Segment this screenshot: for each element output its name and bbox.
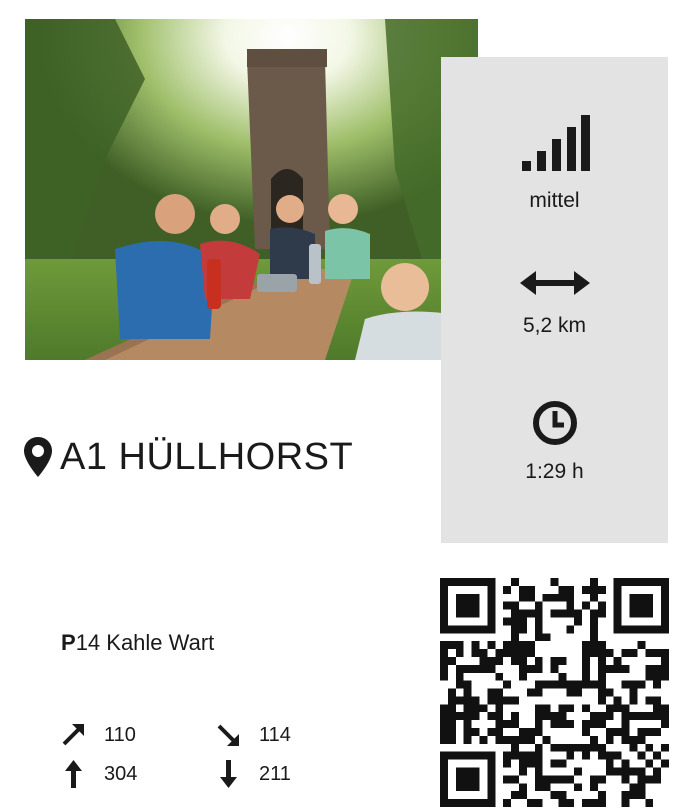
double-arrow-icon xyxy=(519,271,590,295)
clock-icon xyxy=(532,401,577,445)
descent-diagonal-value: 114 xyxy=(259,723,291,746)
tour-stats-panel: mittel 5,2 km 1:29 h xyxy=(441,57,668,543)
distance-stat: 5,2 km xyxy=(441,270,668,338)
signal-bars-icon xyxy=(521,115,590,171)
parking-prefix: P xyxy=(61,630,76,655)
difficulty-stat: mittel xyxy=(441,115,668,213)
arrow-down-icon xyxy=(220,760,237,788)
qr-code[interactable] xyxy=(440,578,669,807)
duration-label: 1:29 h xyxy=(525,460,584,483)
hero-photo xyxy=(25,19,478,360)
parking-info: P14 Kahle Wart xyxy=(61,630,214,656)
ascent-diagonal-value: 110 xyxy=(104,723,136,746)
distance-label: 5,2 km xyxy=(522,314,587,337)
ascent-metric: 304 xyxy=(60,760,137,788)
difficulty-label: mittel xyxy=(529,189,580,212)
arrow-up-right-icon xyxy=(62,724,84,746)
elevation-metrics: 110 114 304 211 xyxy=(60,722,320,802)
arrow-up-icon xyxy=(65,760,82,788)
arrow-down-right-icon xyxy=(217,724,239,746)
qr-code-graphic xyxy=(440,578,669,807)
parking-text: 14 Kahle Wart xyxy=(75,630,215,655)
map-pin-icon xyxy=(24,437,52,477)
page-title: A1 HÜLLHORST xyxy=(24,431,353,483)
descent-diagonal-metric: 114 xyxy=(215,722,291,748)
ascent-diagonal-metric: 110 xyxy=(60,722,136,748)
ascent-value: 304 xyxy=(104,762,138,785)
descent-value: 211 xyxy=(259,762,291,785)
descent-metric: 211 xyxy=(215,760,291,788)
tour-title: A1 HÜLLHORST xyxy=(60,435,354,478)
duration-stat: 1:29 h xyxy=(441,400,668,484)
